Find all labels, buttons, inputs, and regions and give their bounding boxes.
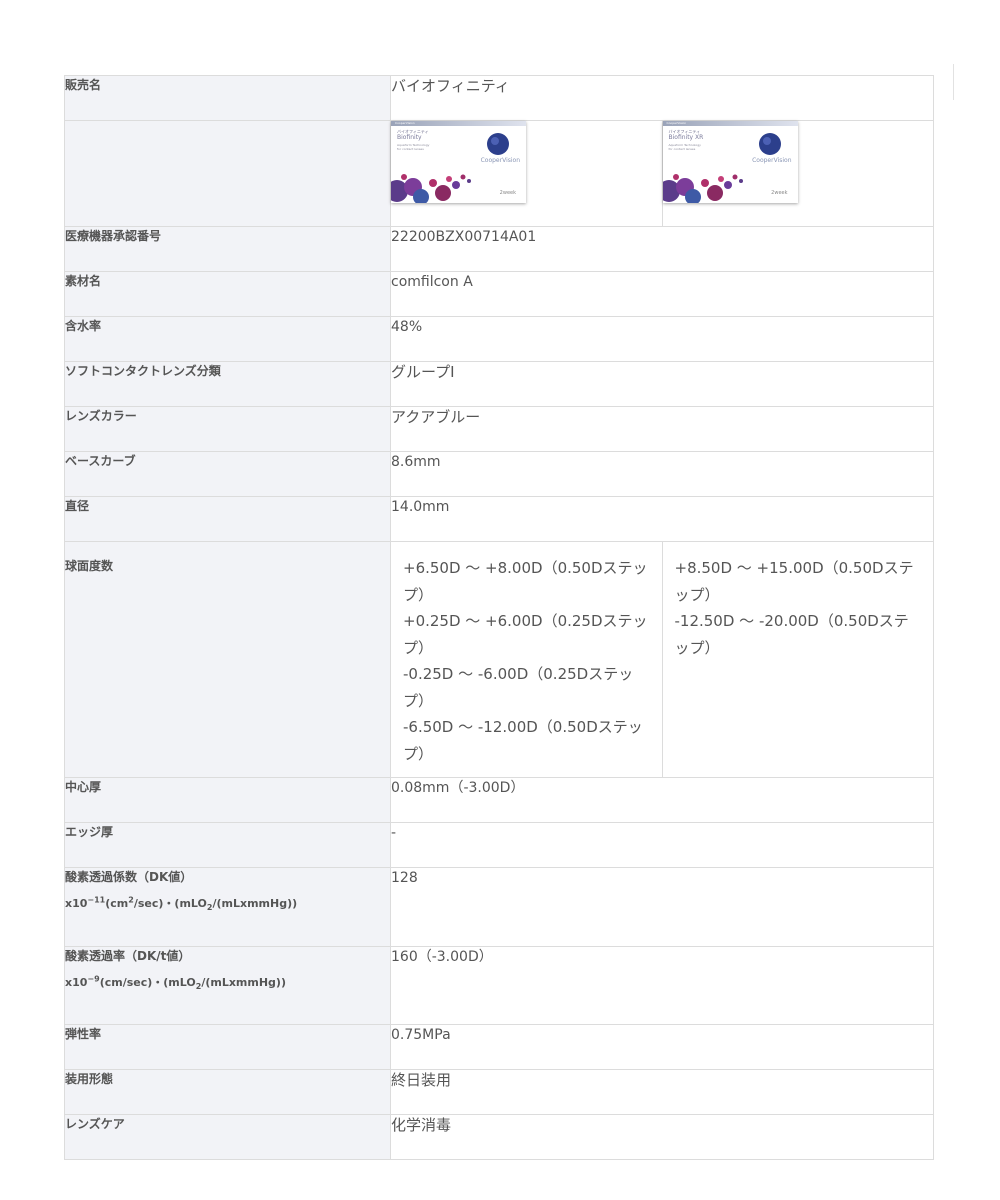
- row-label: レンズカラー: [64, 406, 391, 452]
- table-row: CooperVision バイオフィニティ Biofinity Aquaform…: [64, 120, 934, 227]
- row-label-dkt: 酸素透過率（DK/t値） x10−9(cm/sec)・(mLO2/(mLxmmH…: [64, 946, 391, 1025]
- table-row: レンズケア 化学消毒: [64, 1114, 934, 1160]
- sphere-power-range: -0.25D 〜 -6.00D（0.25Dステップ）: [403, 665, 634, 710]
- table-row: 販売名 バイオフィニティ: [64, 75, 934, 121]
- table-row: 酸素透過係数（DK値） x10−11(cm2/sec)・(mLO2/(mLxmm…: [64, 867, 934, 947]
- scroll-indicator: [953, 64, 954, 100]
- row-value: 22200BZX00714A01: [390, 226, 934, 272]
- sphere-power-left-cell: +6.50D 〜 +8.00D（0.50Dステップ） +0.25D 〜 +6.0…: [390, 541, 663, 778]
- table-row: 素材名 comfilcon A: [64, 271, 934, 317]
- row-label: 酸素透過率（DK/t値）: [65, 949, 191, 963]
- row-label: 直径: [64, 496, 391, 542]
- table-row: エッジ厚 -: [64, 822, 934, 868]
- product-box-image-biofinity: CooperVision バイオフィニティ Biofinity Aquaform…: [391, 121, 526, 203]
- table-row: 酸素透過率（DK/t値） x10−9(cm/sec)・(mLO2/(mLxmmH…: [64, 946, 934, 1025]
- sphere-power-right-cell: +8.50D 〜 +15.00D（0.50Dステップ） -12.50D 〜 -2…: [661, 541, 934, 778]
- spec-table: 販売名 バイオフィニティ CooperVision バイオフィニティ Biofi…: [64, 75, 934, 1160]
- table-row: 含水率 48%: [64, 316, 934, 362]
- row-label: ソフトコンタクトレンズ分類: [64, 361, 391, 407]
- unit-label: x10−11(cm2/sec)・(mLO2/(mLxmmHg)): [65, 895, 298, 913]
- row-label: ベースカーブ: [64, 451, 391, 497]
- row-label: 球面度数: [64, 541, 391, 778]
- row-label: 含水率: [64, 316, 391, 362]
- product-box-image-biofinity-xr: CooperVision バイオフィニティ Biofinity XR Aquaf…: [662, 121, 798, 203]
- row-value: アクアブルー: [390, 406, 934, 452]
- product-image-cell: CooperVision バイオフィニティ Biofinity XR Aquaf…: [661, 120, 934, 227]
- sphere-power-range: +6.50D 〜 +8.00D（0.50Dステップ）: [403, 559, 648, 604]
- table-row: 直径 14.0mm: [64, 496, 934, 542]
- table-row: ソフトコンタクトレンズ分類 グループⅠ: [64, 361, 934, 407]
- sphere-power-range: -6.50D 〜 -12.00D（0.50Dステップ）: [403, 718, 643, 763]
- row-value: 0.75MPa: [390, 1024, 934, 1070]
- row-value: 終日装用: [390, 1069, 934, 1115]
- row-value: 128: [390, 867, 934, 947]
- row-label: [64, 120, 391, 227]
- row-value: バイオフィニティ: [390, 75, 934, 121]
- row-label: 医療機器承認番号: [64, 226, 391, 272]
- table-row: レンズカラー アクアブルー: [64, 406, 934, 452]
- row-label: 販売名: [64, 75, 391, 121]
- unit-label: x10−9(cm/sec)・(mLO2/(mLxmmHg)): [65, 974, 286, 992]
- product-image-cell: CooperVision バイオフィニティ Biofinity Aquaform…: [390, 120, 663, 227]
- row-label: 中心厚: [64, 777, 391, 823]
- row-label-dk: 酸素透過係数（DK値） x10−11(cm2/sec)・(mLO2/(mLxmm…: [64, 867, 391, 947]
- row-value: 160（-3.00D）: [390, 946, 934, 1025]
- sphere-power-range: -12.50D 〜 -20.00D（0.50Dステップ）: [674, 612, 909, 657]
- row-label: 素材名: [64, 271, 391, 317]
- row-label: 酸素透過係数（DK値）: [65, 870, 193, 884]
- table-row: 弾性率 0.75MPa: [64, 1024, 934, 1070]
- sphere-power-range: +8.50D 〜 +15.00D（0.50Dステップ）: [674, 559, 914, 604]
- row-label: レンズケア: [64, 1114, 391, 1160]
- table-row: ベースカーブ 8.6mm: [64, 451, 934, 497]
- row-value: comfilcon A: [390, 271, 934, 317]
- table-row: 医療機器承認番号 22200BZX00714A01: [64, 226, 934, 272]
- row-value: 48%: [390, 316, 934, 362]
- row-value: 14.0mm: [390, 496, 934, 542]
- table-row: 中心厚 0.08mm（-3.00D）: [64, 777, 934, 823]
- row-value: グループⅠ: [390, 361, 934, 407]
- row-value: 0.08mm（-3.00D）: [390, 777, 934, 823]
- row-label: エッジ厚: [64, 822, 391, 868]
- row-value: -: [390, 822, 934, 868]
- row-value: 化学消毒: [390, 1114, 934, 1160]
- row-value: 8.6mm: [390, 451, 934, 497]
- table-row: 球面度数 +6.50D 〜 +8.00D（0.50Dステップ） +0.25D 〜…: [64, 541, 934, 778]
- sphere-power-range: +0.25D 〜 +6.00D（0.25Dステップ）: [403, 612, 648, 657]
- row-label: 弾性率: [64, 1024, 391, 1070]
- table-row: 装用形態 終日装用: [64, 1069, 934, 1115]
- row-label: 装用形態: [64, 1069, 391, 1115]
